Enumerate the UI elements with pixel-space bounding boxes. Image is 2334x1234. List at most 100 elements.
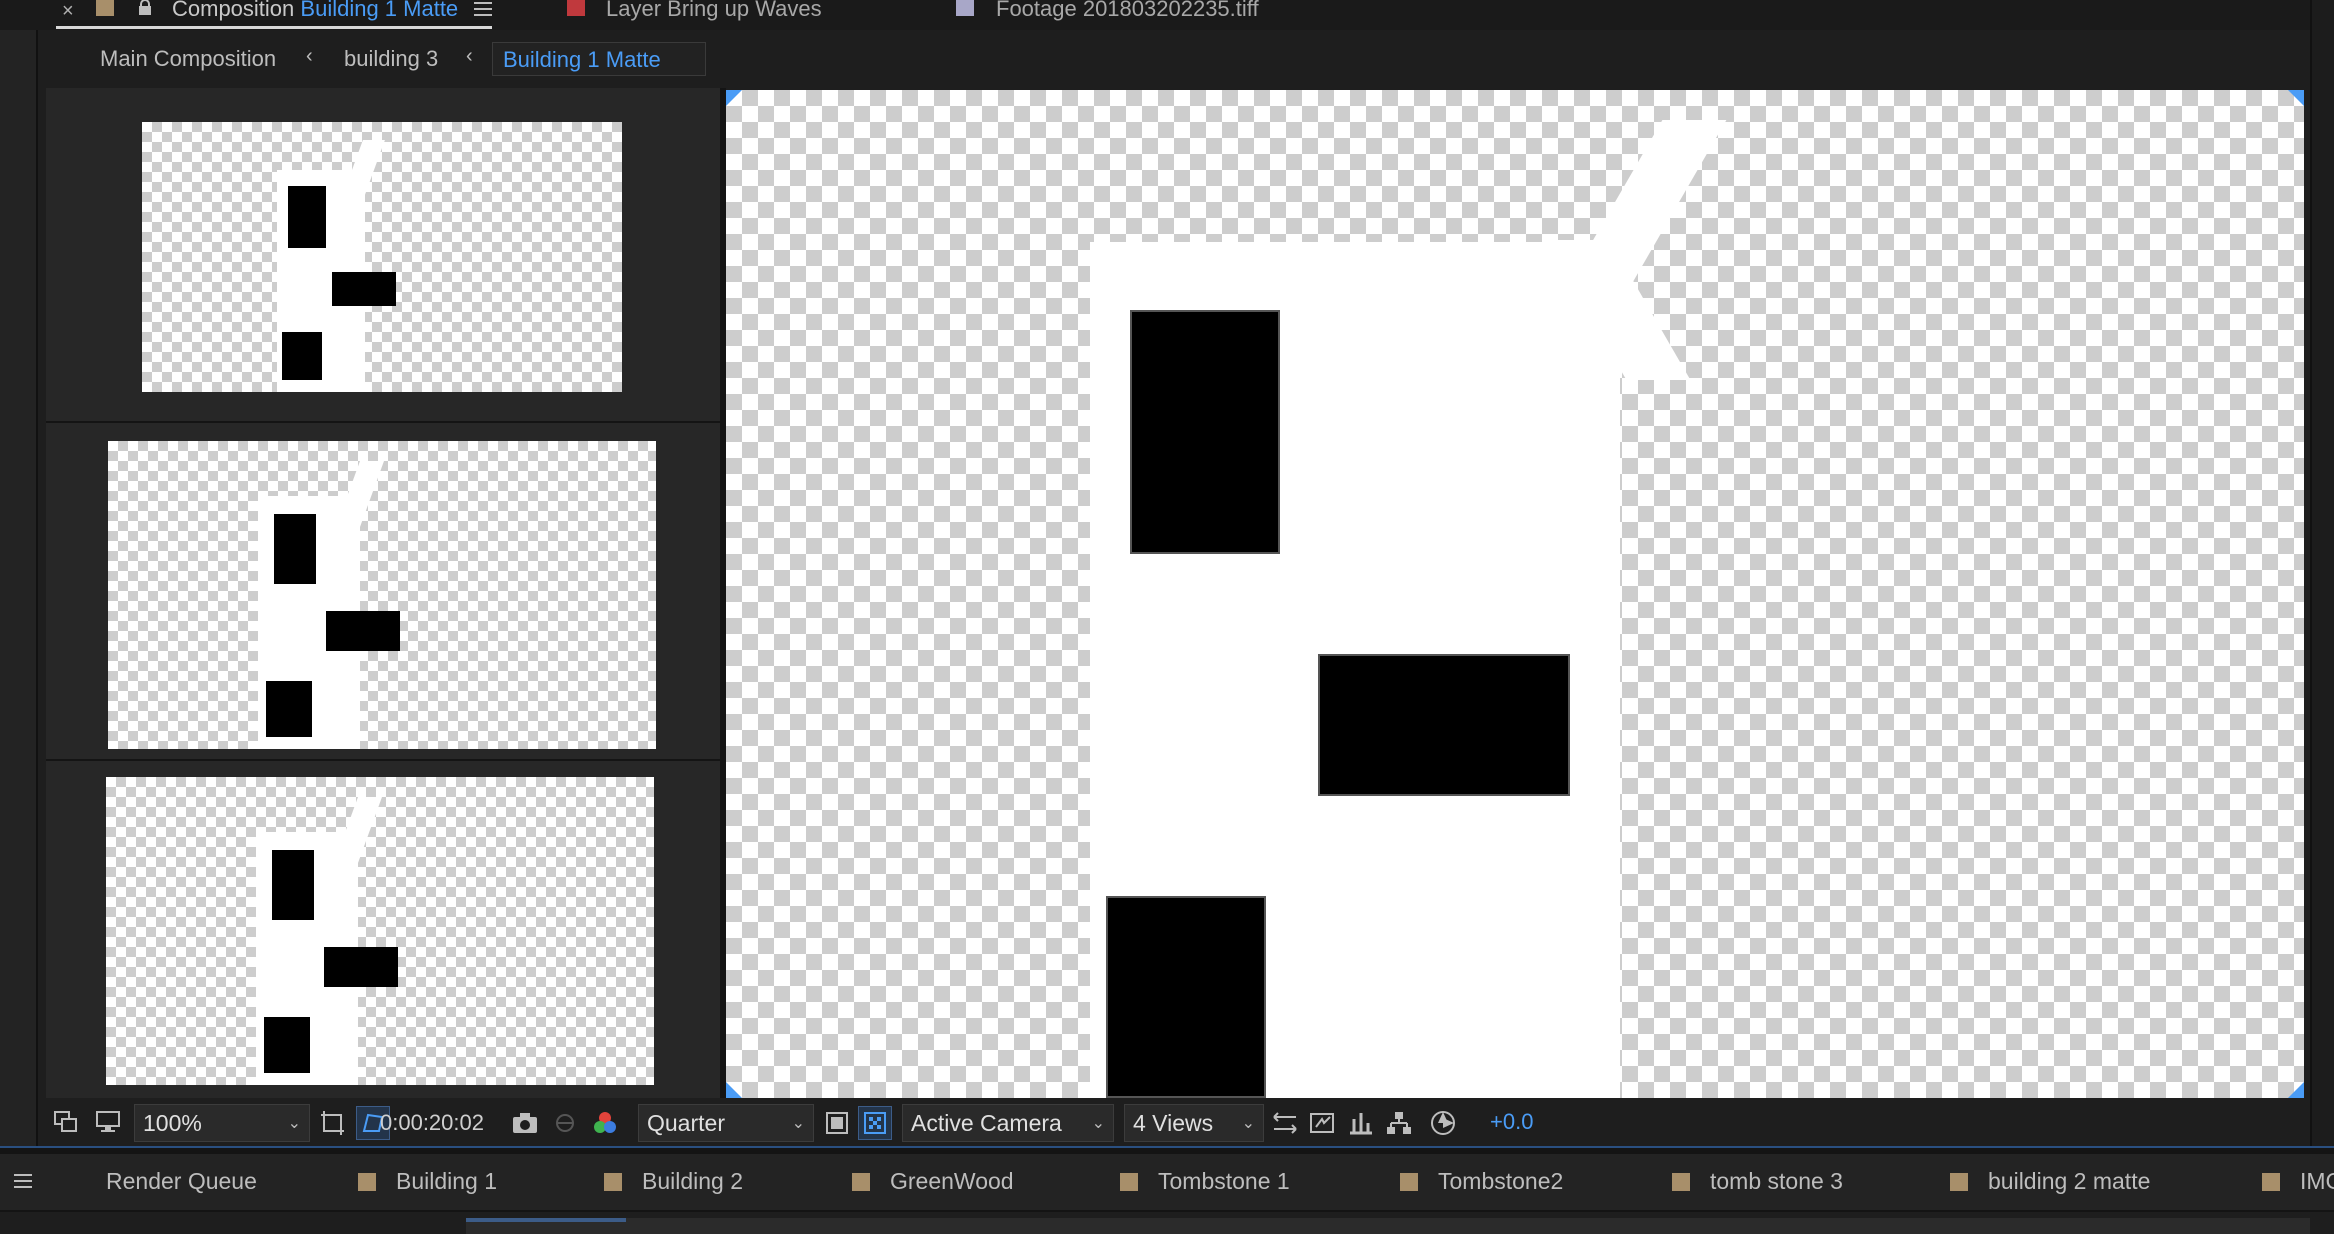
tab-label: tomb stone 3 [1710, 1168, 1843, 1194]
tab-label: IMG [2300, 1168, 2334, 1194]
view-3-canvas[interactable] [106, 777, 654, 1085]
tab-label: Tombstone 1 [1158, 1168, 1290, 1194]
monitor-icon[interactable] [94, 1108, 122, 1136]
viewer-toolbar: 100% ⌄ 0:00:20:02 Quarter ⌄ Active Camer… [44, 1100, 2310, 1146]
window [282, 332, 322, 380]
timeline-icon[interactable] [1346, 1108, 1376, 1138]
tab-building-2-matte[interactable]: building 2 matte [1950, 1168, 2150, 1195]
tab-building-2[interactable]: Building 2 [604, 1168, 743, 1195]
chevron-down-icon: ⌄ [1091, 1115, 1105, 1132]
window [288, 186, 326, 248]
tab-building-1[interactable]: Building 1 [358, 1168, 497, 1195]
chevron-left-icon: ‹ [466, 45, 473, 67]
resolution-dropdown[interactable]: Quarter ⌄ [638, 1104, 814, 1142]
resolution-value: Quarter [647, 1109, 725, 1136]
tab-label: Building 1 [396, 1168, 498, 1194]
lock-icon[interactable] [137, 0, 153, 16]
view-panel-3[interactable] [46, 763, 720, 1098]
hamburger-icon[interactable] [14, 1172, 32, 1190]
window [332, 272, 396, 306]
tab-composition[interactable]: Composition Building 1 Matte [172, 0, 458, 22]
breadcrumb-building-3[interactable]: building 3 [344, 46, 438, 72]
show-snapshot-icon[interactable] [550, 1108, 580, 1138]
window [324, 947, 398, 987]
chevron-left-icon: ‹ [306, 45, 313, 67]
fast-previews-icon[interactable] [1308, 1108, 1338, 1138]
tab-layer[interactable]: Layer Bring up Waves [606, 0, 822, 22]
layer-color-swatch [567, 0, 585, 16]
panel-separator [0, 1146, 2334, 1154]
view-layout-value: 4 Views [1133, 1109, 1214, 1136]
composition-color-swatch [96, 0, 114, 16]
tab-img[interactable]: IMG [2262, 1168, 2334, 1195]
view-2-canvas[interactable] [108, 441, 656, 749]
window [274, 514, 316, 584]
window-top-left [1130, 310, 1280, 554]
exposure-icon[interactable] [1428, 1108, 1458, 1138]
comp-flowchart-icon[interactable] [1384, 1108, 1414, 1138]
comp-swatch-icon [1120, 1172, 1138, 1191]
fast-preview-icon[interactable] [822, 1108, 852, 1138]
roof-arrow [335, 461, 385, 527]
comp-swatch-icon [1672, 1172, 1690, 1191]
breadcrumb-building-1-matte: Building 1 Matte [503, 47, 661, 72]
breadcrumb: Main Composition ‹ building 3 ‹ Building… [44, 40, 2310, 84]
view-1-canvas[interactable] [142, 122, 622, 392]
active-tab-underline [56, 26, 492, 29]
breadcrumb-main-composition[interactable]: Main Composition [100, 46, 276, 72]
bottom-tab-bar: Render Queue Building 1 Building 2 Green… [0, 1154, 2334, 1210]
chevron-down-icon: ⌄ [287, 1115, 301, 1132]
work-area-bar[interactable] [466, 1218, 626, 1222]
always-preview-icon[interactable] [52, 1108, 80, 1136]
tab-greenwood[interactable]: GreenWood [852, 1168, 1014, 1195]
window [272, 850, 314, 920]
toggle-pixel-aspect-icon[interactable] [1270, 1108, 1300, 1138]
tab-tombstone-1[interactable]: Tombstone 1 [1120, 1168, 1290, 1195]
comp-swatch-icon [1950, 1172, 1968, 1191]
main-viewer[interactable] [726, 90, 2304, 1098]
transparency-grid-icon[interactable] [858, 1106, 892, 1140]
window-middle-right [1318, 654, 1570, 796]
tab-render-queue[interactable]: Render Queue [106, 1168, 257, 1195]
right-panel-edge [2310, 0, 2334, 1146]
tab-label: Render Queue [106, 1168, 257, 1194]
hamburger-icon[interactable] [474, 0, 492, 18]
close-icon[interactable]: × [62, 0, 74, 22]
corner-marker-bl [726, 1082, 742, 1098]
tab-tombstone2[interactable]: Tombstone2 [1400, 1168, 1563, 1195]
view-panel-1[interactable] [46, 88, 720, 423]
region-of-interest-icon[interactable] [318, 1108, 348, 1138]
rgb-channels-icon[interactable] [590, 1108, 620, 1138]
roof-arrow [333, 797, 383, 863]
comp-swatch-icon [358, 1172, 376, 1191]
window [266, 681, 312, 737]
exposure-value[interactable]: +0.0 [1490, 1109, 1533, 1135]
camera-icon[interactable] [510, 1108, 540, 1138]
view-layout-dropdown[interactable]: 4 Views ⌄ [1124, 1104, 1264, 1142]
zoom-dropdown[interactable]: 100% ⌄ [134, 1104, 310, 1142]
timecode[interactable]: 0:00:20:02 [380, 1110, 484, 1136]
tab-tomb-stone-3[interactable]: tomb stone 3 [1672, 1168, 1843, 1195]
corner-marker-tr [2288, 90, 2304, 106]
camera-view-dropdown[interactable]: Active Camera ⌄ [902, 1104, 1114, 1142]
main-viewer-canvas[interactable] [726, 90, 2304, 1098]
breadcrumb-current-box[interactable]: Building 1 Matte [492, 42, 706, 76]
tab-label: Tombstone2 [1438, 1168, 1564, 1194]
chevron-down-icon: ⌄ [1241, 1115, 1255, 1132]
tab-composition-name: Building 1 Matte [300, 0, 459, 21]
corner-marker-br [2288, 1082, 2304, 1098]
window-bottom-left [1106, 896, 1266, 1098]
tab-footage[interactable]: Footage 201803202235.tiff [996, 0, 1259, 22]
left-panel-edge [0, 30, 38, 1146]
window [326, 611, 400, 651]
tab-label: Building 2 [642, 1168, 744, 1194]
zoom-value: 100% [143, 1109, 202, 1136]
tab-label: building 2 matte [1988, 1168, 2151, 1194]
comp-swatch-icon [852, 1172, 870, 1191]
camera-view-value: Active Camera [911, 1109, 1062, 1136]
comp-swatch-icon [2262, 1172, 2280, 1191]
footage-color-swatch [956, 0, 974, 16]
view-panel-2[interactable] [46, 425, 720, 761]
timeline-header-strip [0, 1210, 2334, 1234]
tab-label: GreenWood [890, 1168, 1014, 1194]
